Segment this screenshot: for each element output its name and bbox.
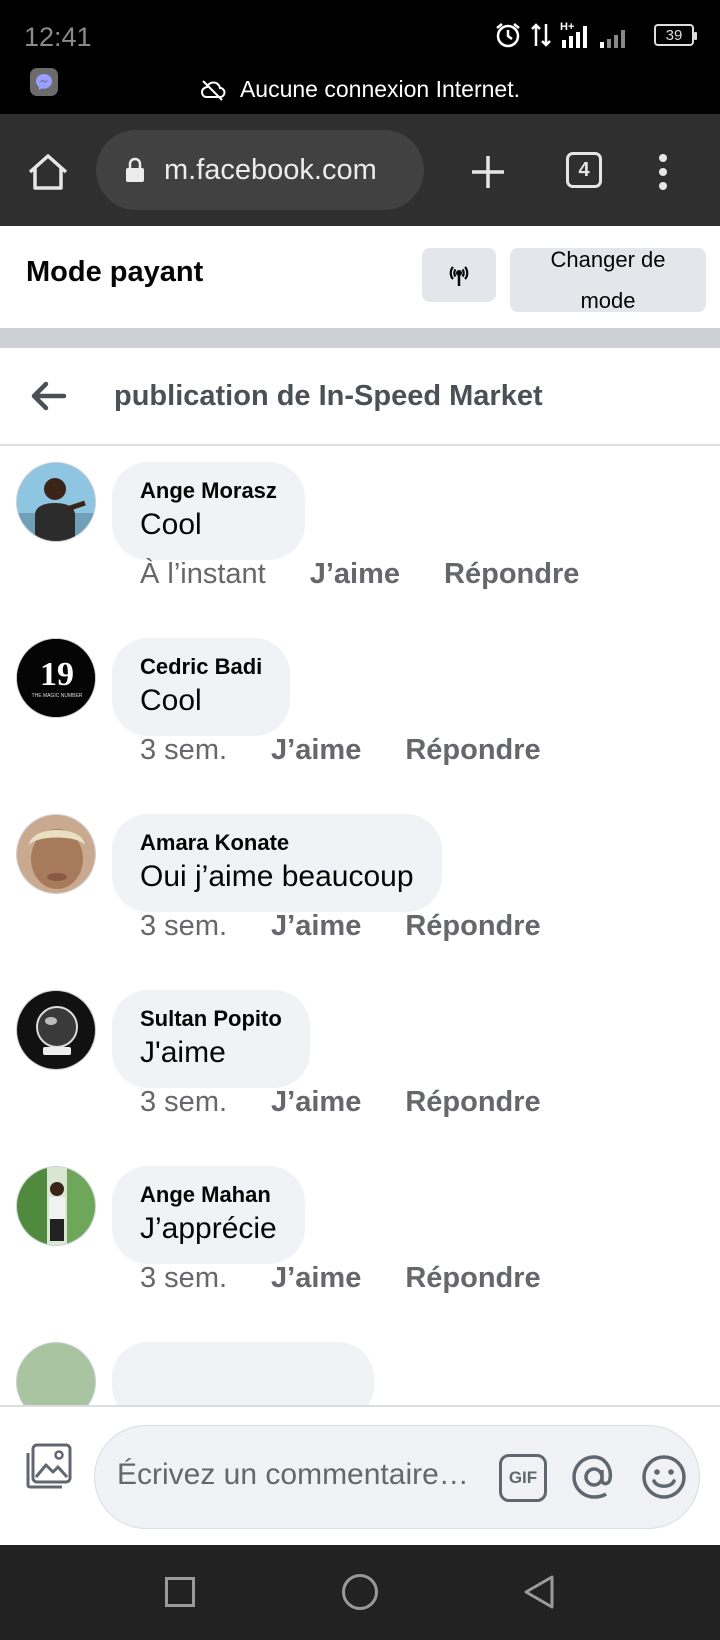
gif-label: GIF — [508, 1468, 538, 1487]
status-time: 12:41 — [24, 22, 92, 52]
data-transfer-icon — [531, 23, 551, 47]
comment-author[interactable]: Ange Mahan — [140, 1182, 277, 1208]
comment-bubble: Ange Mahan J’apprécie — [112, 1166, 305, 1264]
lock-icon — [126, 157, 144, 182]
comment-text: Cool — [140, 684, 202, 717]
broadcast-icon — [449, 266, 469, 286]
comment-text: J'aime — [140, 1036, 226, 1069]
system-navigation-bar — [0, 1545, 720, 1640]
like-button[interactable]: J’aime — [271, 910, 361, 943]
offline-message: Aucune connexion Internet. — [239, 76, 521, 102]
new-tab-plus-icon[interactable] — [466, 150, 510, 194]
comment-meta: 3 sem. J’aime Répondre — [140, 1086, 541, 1119]
comment-input[interactable]: Écrivez un commentaire… GIF — [94, 1425, 700, 1529]
offline-banner: Aucune connexion Internet. — [0, 76, 720, 103]
emoji-icon[interactable] — [639, 1452, 689, 1502]
status-icons: H+ 39 — [494, 20, 697, 50]
avatar[interactable] — [16, 462, 96, 542]
comment-bubble: Ange Morasz Cool — [112, 462, 305, 560]
comment-author[interactable]: Amara Konate — [140, 830, 414, 856]
comment-text: J’apprécie — [140, 1212, 277, 1245]
gif-icon[interactable]: GIF — [499, 1454, 547, 1502]
comment-time[interactable]: 3 sem. — [140, 1086, 227, 1119]
comments-list: Ange Morasz Cool À l’instant J’aime Répo… — [0, 448, 720, 1406]
change-mode-label-1: Changer de — [550, 247, 666, 272]
like-button[interactable]: J’aime — [271, 734, 361, 767]
svg-text:H+: H+ — [560, 21, 574, 33]
avatar-subtext: THE MAGIC NUMBER — [32, 693, 83, 699]
comment-composer: Écrivez un commentaire… GIF — [0, 1405, 720, 1545]
data-mode-bar: Mode payant Changer de mode — [0, 226, 720, 328]
comment-bubble: Amara Konate Oui j’aime beaucoup — [112, 814, 442, 912]
tabs-button[interactable]: 4 — [566, 152, 602, 188]
comment-time[interactable]: 3 sem. — [140, 910, 227, 943]
reply-button[interactable]: Répondre — [405, 734, 540, 767]
like-button[interactable]: J’aime — [271, 1086, 361, 1119]
mention-icon[interactable] — [569, 1452, 619, 1502]
more-menu-icon[interactable] — [648, 150, 678, 194]
cloud-off-icon — [200, 79, 226, 101]
reply-button[interactable]: Répondre — [444, 558, 579, 591]
comment-meta: À l’instant J’aime Répondre — [140, 558, 579, 591]
battery-level: 39 — [665, 26, 683, 44]
comment-input-placeholder: Écrivez un commentaire… — [117, 1458, 469, 1491]
change-mode-label-2: mode — [580, 288, 636, 313]
reply-button[interactable]: Répondre — [405, 1262, 540, 1295]
comment-bubble — [112, 1342, 374, 1406]
comment-time[interactable]: À l’instant — [140, 558, 266, 591]
avatar[interactable]: 19 THE MAGIC NUMBER — [16, 638, 96, 718]
tab-count: 4 — [578, 158, 590, 181]
section-divider — [0, 328, 720, 348]
status-bar: 12:41 H+ 39 Aucune connexion Internet. — [0, 0, 720, 114]
avatar[interactable] — [16, 1342, 96, 1406]
comment-meta: 3 sem. J’aime Répondre — [140, 734, 541, 767]
home-icon[interactable] — [26, 150, 70, 194]
reply-button[interactable]: Répondre — [405, 910, 540, 943]
recents-button[interactable] — [165, 1577, 195, 1607]
photo-icon[interactable] — [24, 1441, 74, 1491]
address-bar[interactable]: m.facebook.com — [96, 130, 424, 210]
like-button[interactable]: J’aime — [310, 558, 400, 591]
avatar[interactable] — [16, 814, 96, 894]
avatar[interactable] — [16, 1166, 96, 1246]
post-title: publication de In-Speed Market — [114, 380, 543, 412]
comment-bubble: Cedric Badi Cool — [112, 638, 291, 736]
change-mode-button[interactable]: Changer de mode — [510, 247, 706, 313]
post-header: publication de In-Speed Market — [0, 348, 720, 446]
comment-time[interactable]: 3 sem. — [140, 1262, 227, 1295]
comment-author[interactable]: Sultan Popito — [140, 1006, 282, 1032]
comment-text: Cool — [140, 508, 202, 541]
battery-icon: 39 — [654, 24, 697, 46]
alarm-icon — [496, 23, 520, 48]
comment-time[interactable]: 3 sem. — [140, 734, 227, 767]
avatar-number: 19 — [40, 656, 74, 693]
home-button[interactable] — [342, 1574, 378, 1610]
comment-meta: 3 sem. J’aime Répondre — [140, 910, 541, 943]
broadcast-button[interactable] — [422, 248, 496, 302]
reply-button[interactable]: Répondre — [405, 1086, 540, 1119]
mode-title: Mode payant — [26, 256, 204, 288]
comment-bubble: Sultan Popito J'aime — [112, 990, 310, 1088]
like-button[interactable]: J’aime — [271, 1262, 361, 1295]
avatar[interactable] — [16, 990, 96, 1070]
comment-author[interactable]: Cedric Badi — [140, 654, 262, 680]
comment-text: Oui j’aime beaucoup — [140, 860, 414, 893]
url-text: m.facebook.com — [164, 153, 377, 186]
back-arrow-icon[interactable] — [28, 376, 70, 416]
browser-toolbar: m.facebook.com 4 — [0, 114, 720, 226]
comment-meta: 3 sem. J’aime Répondre — [140, 1262, 541, 1295]
signal-icon: H+ — [560, 21, 625, 48]
back-triangle-icon[interactable] — [522, 1573, 556, 1611]
comment-author[interactable]: Ange Morasz — [140, 478, 277, 504]
